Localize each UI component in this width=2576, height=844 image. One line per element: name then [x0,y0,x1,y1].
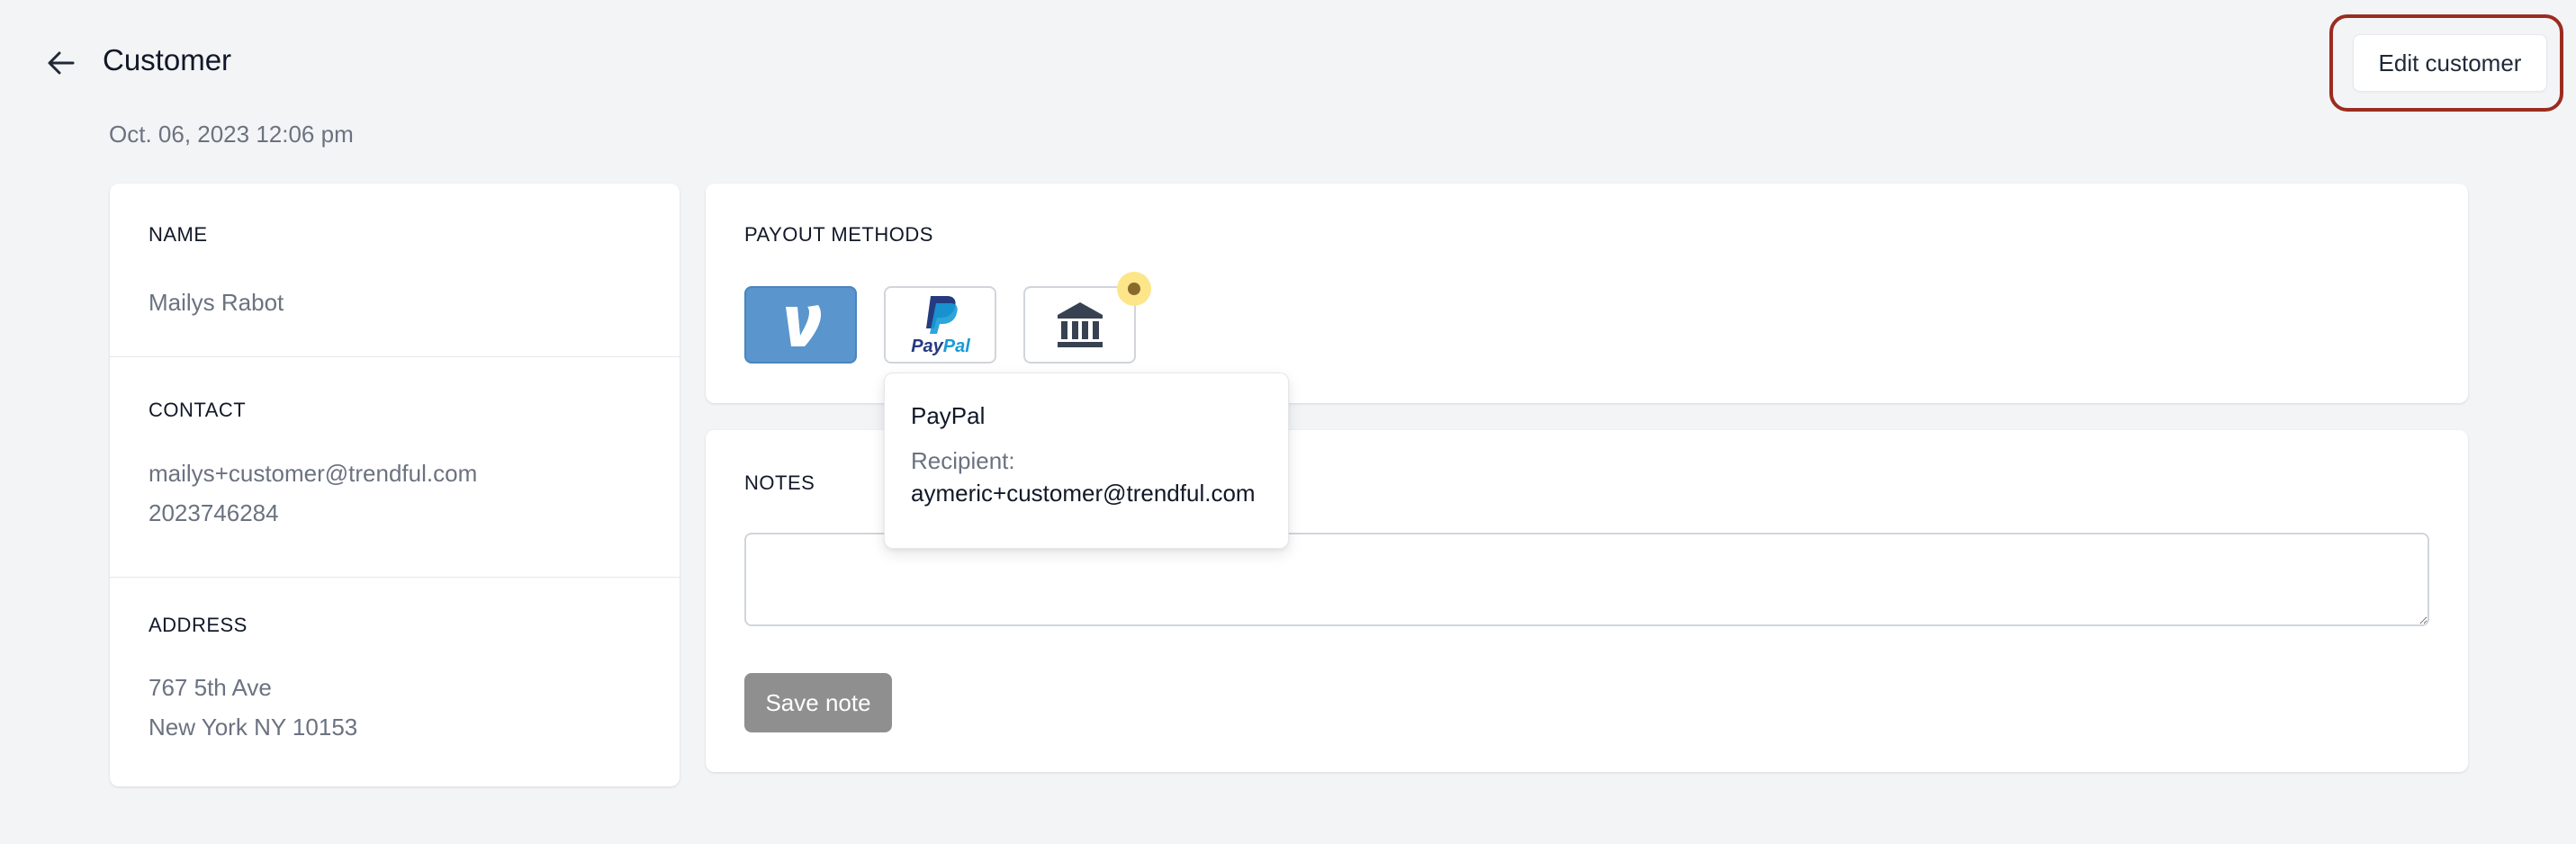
address-line-1: 767 5th Ave [149,674,272,701]
payout-methods-card: PAYOUT METHODS PayPal [706,184,2468,403]
tooltip-title: PayPal [911,402,986,429]
page-title: Customer [103,43,232,76]
paypal-tooltip: PayPal Recipient: aymeric+customer@trend… [884,373,1289,549]
customer-phone: 2023746284 [149,499,279,526]
save-note-button[interactable]: Save note [744,673,892,732]
arrow-left-icon [48,51,75,75]
address-line-2: New York NY 10153 [149,714,358,741]
payout-methods-title: PAYOUT METHODS [744,223,933,246]
notes-title: NOTES [744,471,815,494]
payout-method-paypal[interactable]: PayPal [884,286,996,364]
contact-section: CONTACT mailys+customer@trendful.com 202… [110,357,680,578]
customer-name: Mailys Rabot [149,289,284,316]
tooltip-recipient-label: Recipient: [911,447,1015,474]
address-label: ADDRESS [149,614,248,636]
badge-dot-icon [1128,283,1140,295]
notification-badge [1117,272,1151,306]
customer-info-card: NAME Mailys Rabot CONTACT mailys+custome… [110,184,680,786]
name-section: NAME Mailys Rabot [110,184,680,357]
bank-icon [1057,302,1103,347]
payout-method-venmo[interactable] [744,286,857,364]
venmo-icon [785,305,821,346]
page-header: Customer Oct. 06, 2023 12:06 pm Edit cus… [0,0,2576,148]
edit-customer-button[interactable]: Edit customer [2353,34,2547,92]
name-label: NAME [149,223,208,246]
address-section: ADDRESS 767 5th Ave New York NY 10153 [110,578,680,786]
paypal-icon: PayPal [911,296,970,356]
svg-text:PayPal: PayPal [911,337,970,356]
page-date: Oct. 06, 2023 12:06 pm [109,121,354,148]
back-button[interactable] [41,45,81,81]
contact-label: CONTACT [149,399,247,421]
customer-email: mailys+customer@trendful.com [149,460,478,487]
tooltip-recipient-email: aymeric+customer@trendful.com [911,480,1256,507]
